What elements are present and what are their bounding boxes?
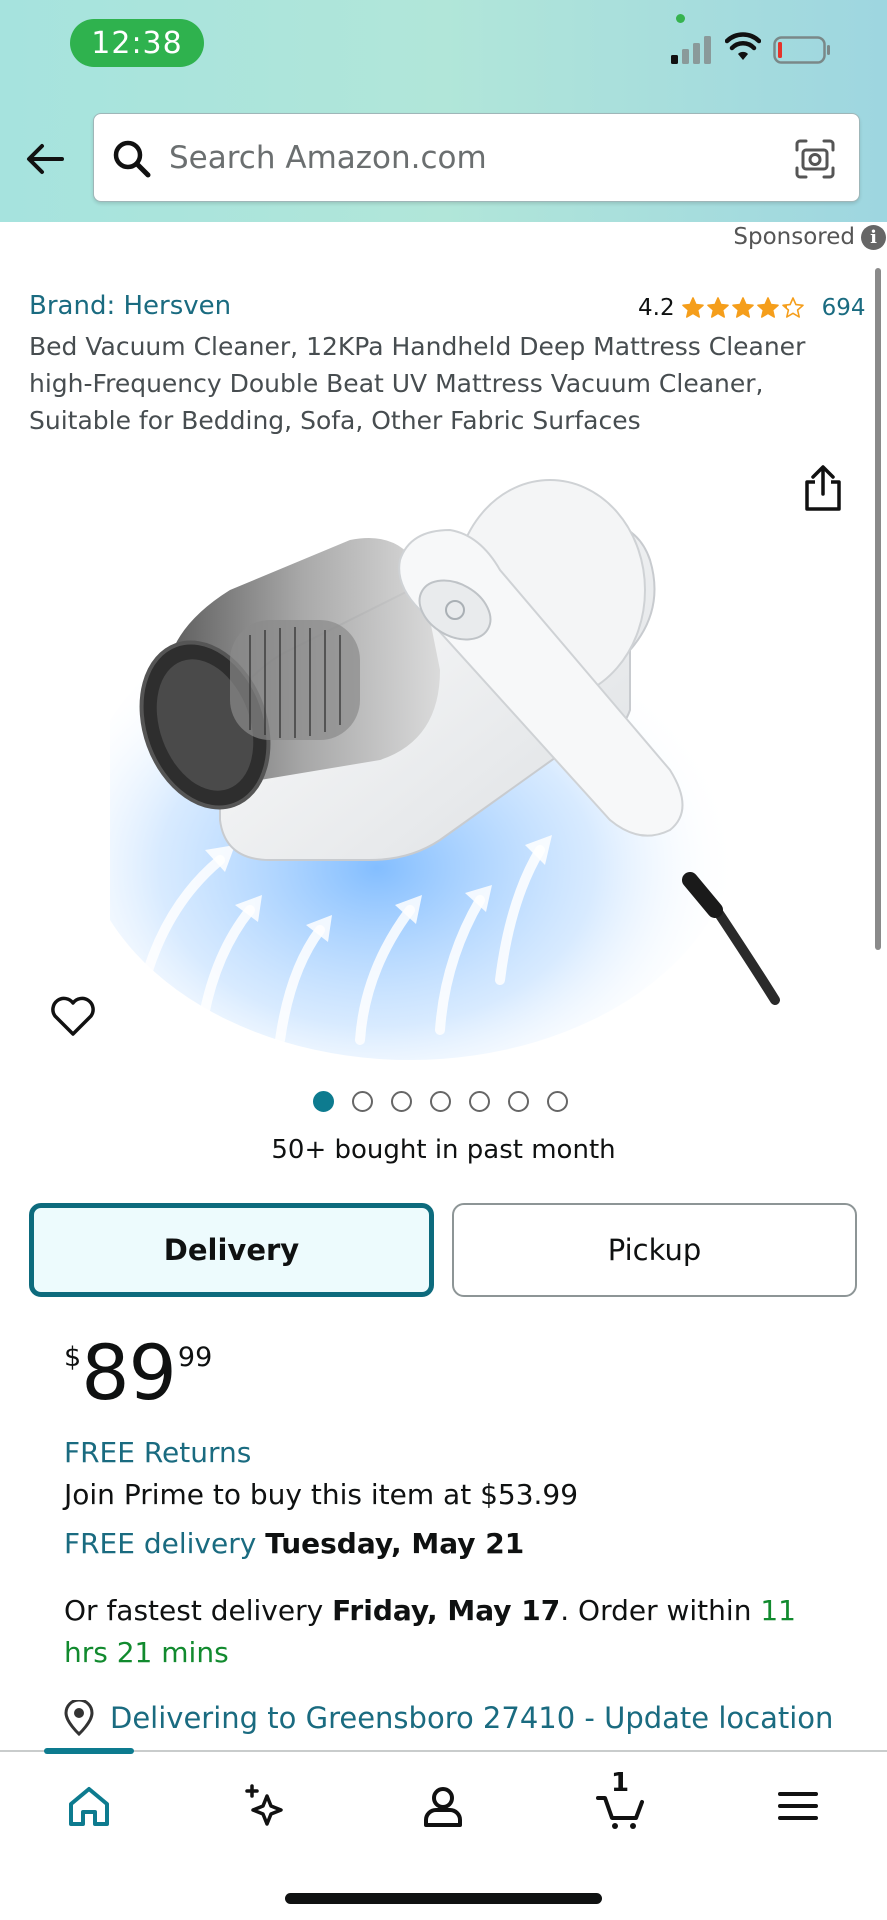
prime-offer-text: Join Prime to buy this item at $53.99 [64,1478,579,1511]
delivery-location[interactable]: Delivering to Greensboro 27410 - Update … [62,1700,833,1736]
price-fraction: 99 [177,1342,213,1373]
product-image[interactable] [110,440,790,1060]
header: 12:38 [0,0,887,222]
free-delivery-date: Tuesday, May 21 [265,1527,525,1560]
brand-link[interactable]: Brand: Hersven [29,291,231,321]
carousel-dot[interactable] [469,1091,490,1112]
camera-search-icon[interactable] [794,138,836,180]
free-delivery-line: FREE delivery Tuesday, May 21 [64,1527,524,1560]
hamburger-menu-icon [778,1792,818,1820]
home-indicator[interactable] [285,1893,602,1904]
price-currency-symbol: $ [64,1342,82,1373]
carousel-dot[interactable] [547,1091,568,1112]
price-whole: 89 [81,1328,177,1417]
carousel-dot[interactable] [508,1091,529,1112]
wifi-icon [725,32,761,60]
wishlist-heart-icon[interactable] [50,995,96,1037]
carousel-dot[interactable] [430,1091,451,1112]
free-delivery-link[interactable]: FREE delivery [64,1527,256,1560]
search-icon [113,140,151,178]
cart-count: 1 [610,1768,630,1798]
bought-in-past-month: 50+ bought in past month [271,1135,616,1165]
sparkle-ai-icon [245,1784,283,1826]
star-rating [681,296,806,320]
review-count-link[interactable]: 694 [822,295,866,321]
star-icon [756,297,779,318]
nav-account[interactable] [413,1778,473,1834]
share-icon[interactable] [801,464,845,512]
star-icon [731,297,754,318]
search-input[interactable] [169,132,729,184]
carousel-dot[interactable] [313,1091,334,1112]
home-icon [69,1787,109,1826]
nav-home[interactable] [59,1778,119,1834]
carousel-dot[interactable] [352,1091,373,1112]
product-title: Bed Vacuum Cleaner, 12KPa Handheld Deep … [29,332,806,435]
carousel-dot[interactable] [391,1091,412,1112]
cellular-signal-icon [671,36,711,64]
info-icon[interactable]: i [861,225,886,250]
image-carousel-dots[interactable] [313,1091,586,1112]
delivery-location-link[interactable]: Delivering to Greensboro 27410 - Update … [110,1701,833,1735]
fastest-delivery-date: Friday, May 17 [332,1594,561,1627]
fastest-delivery-prefix: Or fastest delivery [64,1594,333,1627]
sponsored-label: Sponsored [733,224,855,250]
star-icon [681,297,704,318]
fastest-delivery-mid: . Order within [560,1594,761,1627]
active-tab-indicator [44,1748,134,1754]
delivery-tab[interactable]: Delivery [29,1203,434,1297]
rating-value: 4.2 [638,295,675,321]
search-bar[interactable] [93,113,860,202]
back-arrow-icon[interactable] [24,138,66,180]
rating-summary[interactable]: 4.2 694 [638,295,865,321]
status-time: 12:38 [70,19,204,67]
privacy-indicator-dot [676,14,685,23]
location-pin-icon [64,1700,94,1736]
pickup-tab[interactable]: Pickup [452,1203,857,1297]
scrollbar[interactable] [875,268,881,950]
nav-menu[interactable] [768,1778,828,1834]
price: $ 89 99 [64,1328,212,1418]
nav-cart[interactable]: 1 [590,1768,650,1834]
fastest-delivery-line: Or fastest delivery Friday, May 17. Orde… [64,1590,824,1674]
star-icon [706,297,729,318]
star-icon [781,297,804,318]
account-person-icon [424,1787,462,1827]
free-returns-link[interactable]: FREE Returns [64,1436,251,1469]
battery-icon [773,36,830,64]
nav-rufus-ai[interactable] [235,1778,295,1834]
